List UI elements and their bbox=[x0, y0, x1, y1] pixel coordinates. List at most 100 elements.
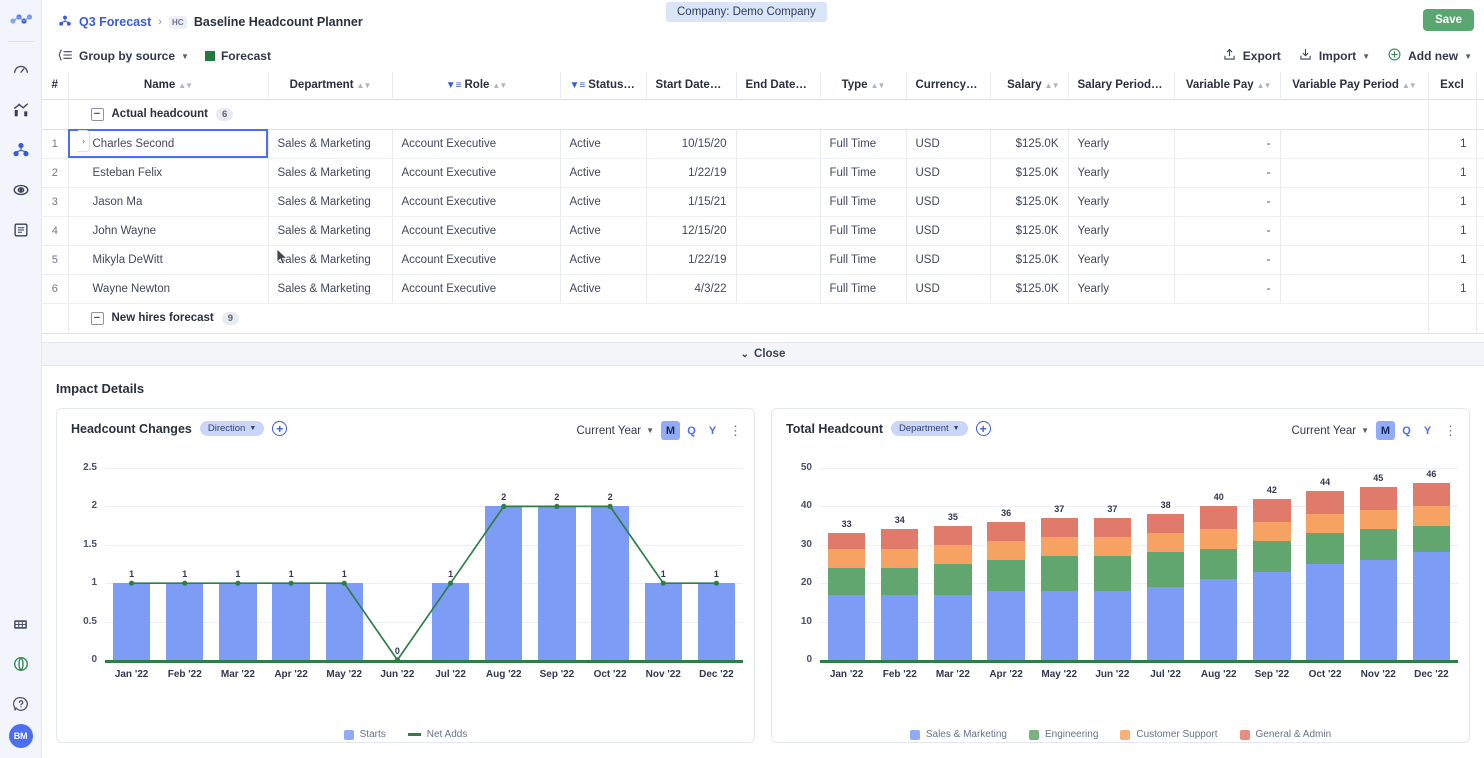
help-icon[interactable] bbox=[6, 689, 36, 719]
filter-icon[interactable]: ▼≡ bbox=[446, 80, 462, 91]
cell-end-date[interactable] bbox=[736, 245, 821, 275]
stacked-bar-segment[interactable] bbox=[934, 564, 972, 595]
cell-status[interactable]: Active bbox=[560, 129, 647, 159]
cell-start-date[interactable]: 1/15/21 bbox=[646, 187, 737, 217]
cell-excl[interactable]: 1 bbox=[1428, 274, 1477, 304]
sort-icon[interactable]: ▲▼ bbox=[178, 81, 193, 90]
cell-variable-pay[interactable]: - bbox=[1174, 187, 1281, 217]
sort-icon[interactable]: ▲▼ bbox=[1402, 81, 1417, 90]
table-row[interactable]: 6 Wayne Newton Sales & Marketing Account Ex… bbox=[42, 274, 1484, 304]
cell-excl[interactable]: 1 bbox=[1428, 245, 1477, 275]
cell-end-date[interactable] bbox=[736, 274, 821, 304]
grid-icon[interactable] bbox=[6, 609, 36, 639]
stacked-bar-segment[interactable] bbox=[1306, 533, 1344, 564]
cell-status[interactable]: Active bbox=[560, 158, 647, 188]
stacked-bar-segment[interactable] bbox=[1093, 537, 1131, 557]
cell-variable-pay[interactable]: - bbox=[1174, 158, 1281, 188]
cell-start-date[interactable]: 1/22/19 bbox=[646, 158, 737, 188]
cell-department[interactable]: Sales & Marketing bbox=[268, 158, 393, 188]
cell-name[interactable]: John Wayne bbox=[68, 216, 269, 246]
legend-item[interactable]: Customer Support bbox=[1120, 729, 1218, 740]
stacked-bar-segment[interactable] bbox=[987, 521, 1025, 541]
stacked-bar-segment[interactable] bbox=[1412, 506, 1450, 526]
stacked-bar-segment[interactable] bbox=[987, 560, 1025, 591]
stacked-bar-segment[interactable] bbox=[1253, 571, 1291, 660]
row-menu-button[interactable]: ⋮ bbox=[1476, 129, 1484, 159]
stacked-bar-segment[interactable] bbox=[934, 594, 972, 660]
dimension-pill-department[interactable]: Department ▼ bbox=[891, 421, 968, 436]
column-header-end-date[interactable]: End Date ▲▼ bbox=[736, 72, 821, 100]
cell-variable-pay-period[interactable] bbox=[1280, 245, 1429, 275]
column-header-variable-pay[interactable]: Variable Pay ▲▼ bbox=[1174, 72, 1281, 100]
sort-icon[interactable]: ▲▼ bbox=[357, 81, 372, 90]
cell-excl[interactable]: 1 bbox=[1428, 216, 1477, 246]
cell-salary[interactable]: $125.0K bbox=[990, 274, 1069, 304]
row-menu-button[interactable]: ⋮ bbox=[1476, 303, 1484, 334]
legend-item[interactable]: General & Admin bbox=[1239, 729, 1331, 740]
cell-variable-pay[interactable]: - bbox=[1174, 245, 1281, 275]
cell-department[interactable]: Sales & Marketing bbox=[268, 274, 393, 304]
cell-role[interactable]: Account Executive bbox=[392, 187, 561, 217]
granularity-y[interactable]: Y bbox=[1418, 421, 1437, 440]
stacked-bar-segment[interactable] bbox=[1359, 487, 1397, 511]
column-header-type[interactable]: Type ▲▼ bbox=[820, 72, 907, 100]
add-new-button[interactable]: Add new ▼ bbox=[1387, 47, 1472, 65]
column-header-start-date[interactable]: Start Date ▲▼ bbox=[646, 72, 737, 100]
stacked-bar-segment[interactable] bbox=[881, 529, 919, 549]
legend-item[interactable]: Starts bbox=[343, 729, 386, 740]
globe-icon[interactable] bbox=[6, 649, 36, 679]
app-logo-icon[interactable] bbox=[9, 12, 33, 31]
legend-item[interactable]: Sales & Marketing bbox=[909, 729, 1007, 740]
cell-type[interactable]: Full Time bbox=[820, 158, 907, 188]
dashboard-icon[interactable] bbox=[6, 55, 36, 85]
cell-type[interactable]: Full Time bbox=[820, 245, 907, 275]
close-panel-bar[interactable]: ⌄ Close bbox=[42, 342, 1484, 366]
breadcrumb-parent-link[interactable]: Q3 Forecast bbox=[79, 15, 151, 29]
stacked-bar-segment[interactable] bbox=[1306, 564, 1344, 660]
legend-item[interactable]: Net Adds bbox=[407, 729, 467, 740]
cell-idx[interactable]: 6 bbox=[42, 274, 69, 304]
column-header-role[interactable]: ▼≡ Role ▲▼ bbox=[392, 72, 561, 100]
table-row[interactable]: 1 Charles Second Sales & Marketing Account … bbox=[42, 129, 1484, 159]
stacked-bar-segment[interactable] bbox=[987, 540, 1025, 561]
chart-menu-button[interactable]: ⋮ bbox=[729, 424, 742, 437]
stacked-bar-segment[interactable] bbox=[934, 525, 972, 545]
sort-icon[interactable]: ▲▼ bbox=[871, 81, 886, 90]
cell-status[interactable]: Active bbox=[560, 274, 647, 304]
cell-salary-period[interactable]: Yearly bbox=[1068, 129, 1175, 159]
row-menu-button[interactable]: ⋮ bbox=[1476, 187, 1484, 217]
stacked-bar-segment[interactable] bbox=[1306, 514, 1344, 534]
stacked-bar-segment[interactable] bbox=[1093, 556, 1131, 591]
period-selector[interactable]: Current Year ▼ bbox=[1292, 425, 1370, 437]
cell-end-date[interactable] bbox=[736, 129, 821, 159]
cell-variable-pay-period[interactable] bbox=[1280, 216, 1429, 246]
cell-role[interactable]: Account Executive bbox=[392, 216, 561, 246]
stacked-bar-segment[interactable] bbox=[1200, 529, 1238, 549]
cell-salary-period[interactable]: Yearly bbox=[1068, 245, 1175, 275]
cell-currency[interactable]: USD bbox=[906, 187, 991, 217]
table-row[interactable]: 3 Jason Ma Sales & Marketing Account Execut… bbox=[42, 187, 1484, 217]
column-header-salary[interactable]: Salary ▲▼ bbox=[990, 72, 1069, 100]
stacked-bar-segment[interactable] bbox=[1093, 590, 1131, 660]
collapse-group-icon[interactable]: − bbox=[90, 107, 104, 121]
cell-department[interactable]: Sales & Marketing bbox=[268, 187, 393, 217]
cell-end-date[interactable] bbox=[736, 216, 821, 246]
cell-status[interactable]: Active bbox=[560, 245, 647, 275]
stacked-bar-segment[interactable] bbox=[1412, 525, 1450, 553]
stacked-bar-segment[interactable] bbox=[827, 567, 866, 595]
sort-icon[interactable]: ▲▼ bbox=[1257, 81, 1272, 90]
cell-salary-period[interactable]: Yearly bbox=[1068, 274, 1175, 304]
column-header-status[interactable]: ▼≡ Status ▲▼ bbox=[560, 72, 647, 100]
stacked-bar-segment[interactable] bbox=[1040, 517, 1078, 538]
stacked-bar-segment[interactable] bbox=[1253, 498, 1291, 522]
stacked-bar-segment[interactable] bbox=[1359, 560, 1397, 660]
cell-currency[interactable]: USD bbox=[906, 129, 991, 159]
cell-idx[interactable]: 2 bbox=[42, 158, 69, 188]
granularity-q[interactable]: Q bbox=[1397, 421, 1416, 440]
cell-currency[interactable]: USD bbox=[906, 274, 991, 304]
cell-idx[interactable]: 4 bbox=[42, 216, 69, 246]
add-dimension-button[interactable]: + bbox=[272, 421, 288, 436]
stacked-bar-segment[interactable] bbox=[1146, 533, 1185, 553]
cell-status[interactable]: Active bbox=[560, 216, 647, 246]
stacked-bar-segment[interactable] bbox=[934, 544, 972, 564]
